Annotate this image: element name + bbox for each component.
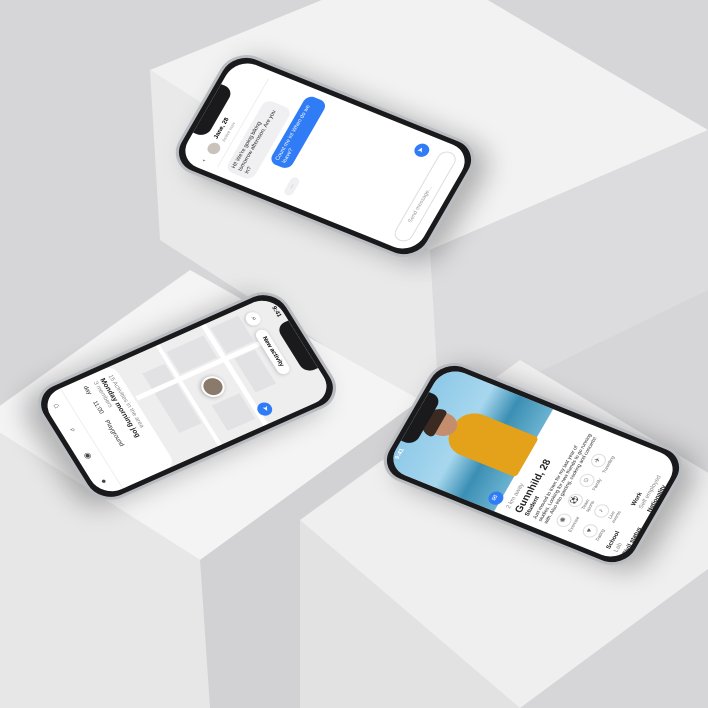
product-scene: ‹ Jane, 28 Active now Hi! We're going bi… <box>0 0 708 708</box>
avatar[interactable] <box>205 141 223 156</box>
profile-icon[interactable]: ● <box>99 477 110 485</box>
map-pin-icon[interactable]: ◉ <box>82 451 94 461</box>
person-shirt <box>441 407 540 478</box>
back-chevron-icon[interactable]: ‹ <box>201 159 209 164</box>
search-icon[interactable]: ⌕ <box>67 426 79 434</box>
activity-day: day <box>81 385 93 396</box>
typing-indicator: ... <box>282 176 302 197</box>
home-icon[interactable]: ⌂ <box>52 402 63 410</box>
send-arrow-icon[interactable]: ➤ <box>411 141 432 159</box>
